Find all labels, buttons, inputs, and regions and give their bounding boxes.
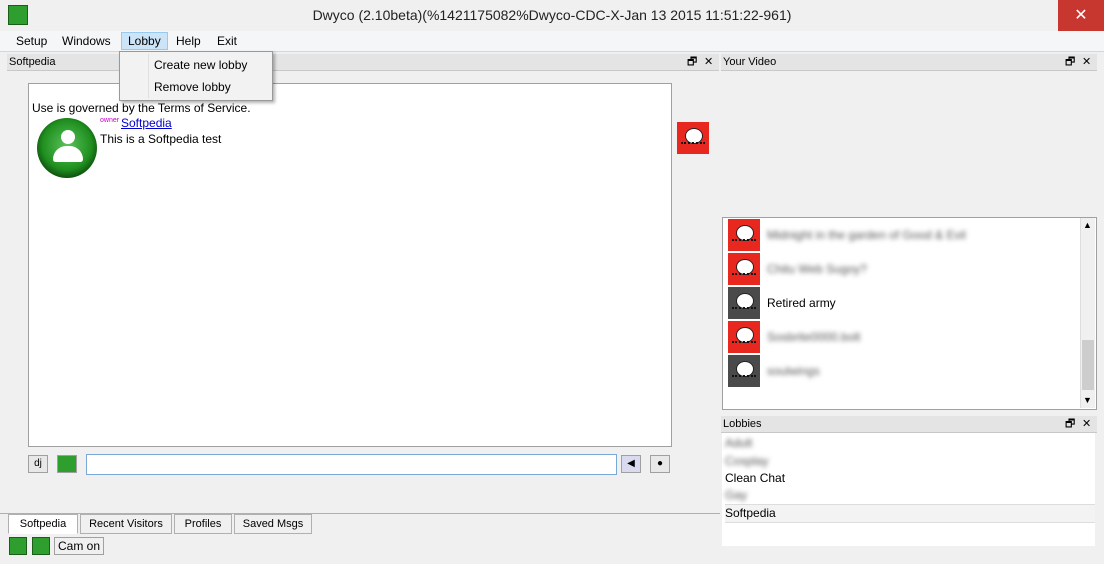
owner-name-link[interactable]: Softpedia xyxy=(121,116,172,130)
user-thumb-icon xyxy=(728,253,760,285)
title-bar: Dwyco (2.10beta)(%1421175082%Dwyco-CDC-X… xyxy=(0,0,1104,32)
lobby-item-selected[interactable]: Softpedia xyxy=(725,504,1095,523)
user-row[interactable]: Retired army xyxy=(727,287,1077,321)
restore-icon[interactable]: 🗗 xyxy=(1065,54,1075,70)
speaker-icon[interactable]: ◀ xyxy=(621,455,641,473)
chat-display[interactable]: Use is governed by the Terms of Service.… xyxy=(28,83,672,447)
lobbies-panel-header: Lobbies 🗗 ✕ xyxy=(721,416,1097,433)
remove-lobby-item[interactable]: Remove lobby xyxy=(154,80,231,94)
status-icon[interactable] xyxy=(32,537,50,555)
owner-tag: owner xyxy=(100,117,120,124)
video-thumbnail-icon[interactable] xyxy=(677,122,709,154)
user-name: Midnight in the garden of Good & Evil xyxy=(767,228,966,242)
dj-button[interactable]: dj xyxy=(28,455,48,473)
close-icon[interactable]: ✕ xyxy=(704,54,713,70)
lobby-dropdown-menu: Create new lobby Remove lobby xyxy=(119,51,273,101)
user-row[interactable]: Midnight in the garden of Good & Evil xyxy=(727,219,1077,253)
chat-panel-title: Softpedia xyxy=(9,56,56,68)
message-input[interactable] xyxy=(86,454,617,475)
menu-gutter xyxy=(148,54,149,98)
user-name: soulwings xyxy=(767,364,820,378)
lobby-item[interactable]: Adult xyxy=(725,435,1095,452)
lobby-item[interactable]: Clean Chat xyxy=(725,470,1095,487)
cam-on-button[interactable]: Cam on xyxy=(54,537,104,555)
user-row[interactable]: Sosbrite0000.bolt xyxy=(727,321,1077,355)
restore-icon[interactable]: 🗗 xyxy=(687,54,697,70)
terms-text: Use is governed by the Terms of Service. xyxy=(32,101,251,115)
menu-bar: Setup Windows Lobby Help Exit xyxy=(0,31,1104,52)
menu-help[interactable]: Help xyxy=(170,32,207,50)
user-row[interactable]: soulwings xyxy=(727,355,1077,389)
restore-icon[interactable]: 🗗 xyxy=(1065,416,1075,432)
tab-recent-visitors[interactable]: Recent Visitors xyxy=(80,514,172,534)
avatar-head xyxy=(61,130,75,144)
window-title: Dwyco (2.10beta)(%1421175082%Dwyco-CDC-X… xyxy=(312,7,792,23)
lobbies-list[interactable]: Adult Cosplay Clean Chat Gay Softpedia xyxy=(722,433,1095,546)
scroll-up-icon[interactable]: ▲ xyxy=(1083,220,1092,230)
user-thumb-icon xyxy=(728,287,760,319)
chat-panel-header: Softpedia 🗗 ✕ xyxy=(7,54,719,71)
user-avatar-icon[interactable] xyxy=(37,118,97,178)
tab-softpedia[interactable]: Softpedia xyxy=(8,514,78,534)
green-status-icon[interactable] xyxy=(57,455,77,473)
lobby-item[interactable]: Cosplay xyxy=(725,453,1095,470)
tab-saved-msgs[interactable]: Saved Msgs xyxy=(234,514,312,534)
menu-lobby[interactable]: Lobby xyxy=(121,32,168,50)
menu-setup[interactable]: Setup xyxy=(10,32,53,50)
close-window-button[interactable]: ✕ xyxy=(1058,0,1104,31)
user-thumb-icon xyxy=(728,219,760,251)
close-icon[interactable]: ✕ xyxy=(1082,54,1091,70)
menu-windows[interactable]: Windows xyxy=(56,32,117,50)
user-name: Retired army xyxy=(767,296,836,310)
lobbies-panel-title: Lobbies xyxy=(723,418,762,430)
user-name: Sosbrite0000.bolt xyxy=(767,330,861,344)
create-new-lobby-item[interactable]: Create new lobby xyxy=(154,58,247,72)
user-list-scrollbar[interactable]: ▲ ▼ xyxy=(1080,218,1095,408)
status-icon[interactable] xyxy=(9,537,27,555)
menu-exit[interactable]: Exit xyxy=(211,32,243,50)
avatar-body xyxy=(53,146,83,162)
user-thumb-icon xyxy=(728,321,760,353)
user-thumb-icon xyxy=(728,355,760,387)
video-panel-header: Your Video 🗗 ✕ xyxy=(721,54,1097,71)
lobby-item[interactable]: Gay xyxy=(725,487,1095,504)
record-icon[interactable]: ● xyxy=(650,455,670,473)
close-icon[interactable]: ✕ xyxy=(1082,416,1091,432)
tab-profiles[interactable]: Profiles xyxy=(174,514,232,534)
user-row[interactable]: Chitu Web Sugoy? xyxy=(727,253,1077,287)
scroll-down-icon[interactable]: ▼ xyxy=(1083,395,1092,405)
user-name: Chitu Web Sugoy? xyxy=(767,262,867,276)
chat-message: This is a Softpedia test xyxy=(100,132,222,146)
user-list[interactable]: Midnight in the garden of Good & Evil Ch… xyxy=(722,217,1097,410)
video-panel-title: Your Video xyxy=(723,56,777,68)
scroll-thumb[interactable] xyxy=(1082,340,1094,390)
